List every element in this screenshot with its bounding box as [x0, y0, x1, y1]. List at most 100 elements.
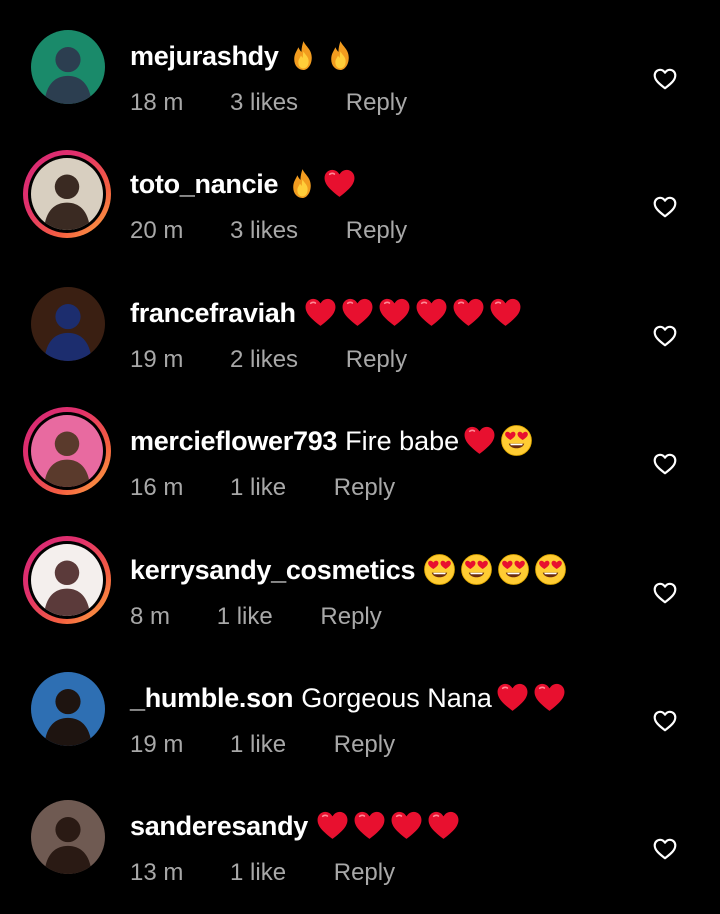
- comment-username[interactable]: francefraviah: [130, 298, 296, 328]
- comment-likes[interactable]: 1 like: [230, 859, 286, 887]
- comment-text: Gorgeous Nana: [301, 683, 492, 713]
- comment-likes[interactable]: 3 likes: [230, 217, 298, 245]
- comment-likes[interactable]: 2 likes: [230, 346, 298, 374]
- red-heart-emoji: [415, 296, 448, 329]
- red-heart-emoji: [341, 296, 374, 329]
- comment-meta: 13 m 1 like Reply: [130, 859, 395, 887]
- emoji-group: [300, 298, 522, 328]
- comment-item-7: sanderesandy 13 m 1 like Reply: [0, 786, 720, 914]
- comment-time: 20 m: [130, 217, 184, 245]
- comment-time: 18 m: [130, 89, 184, 116]
- like-heart-icon[interactable]: [652, 836, 678, 862]
- comment-body: kerrysandy_cosmetics: [130, 552, 567, 588]
- red-heart-emoji: [452, 296, 485, 329]
- comment-body: francefraviah: [130, 295, 522, 331]
- fire-emoji: [324, 39, 357, 72]
- comment-item-2: toto_nancie 20 m 3 likes Reply: [0, 144, 720, 272]
- avatar-image: [31, 30, 105, 104]
- avatar[interactable]: [31, 30, 105, 104]
- avatar[interactable]: [31, 286, 105, 361]
- comment-body: mercieflower793 Fire babe: [130, 423, 533, 459]
- comment-likes[interactable]: 1 like: [217, 603, 273, 631]
- avatar-story-ring[interactable]: [23, 150, 111, 239]
- emoji-group: [283, 41, 357, 71]
- emoji-group: [459, 424, 533, 457]
- heart-eyes-emoji: [500, 424, 533, 457]
- emoji-group: [492, 683, 566, 713]
- red-heart-emoji: [316, 809, 349, 842]
- red-heart-emoji: [463, 424, 496, 457]
- avatar-story-ring[interactable]: [23, 407, 111, 496]
- avatar-image: [31, 800, 105, 875]
- heart-eyes-emoji: [460, 553, 493, 586]
- comment-username[interactable]: kerrysandy_cosmetics: [130, 555, 415, 585]
- comment-time: 13 m: [130, 859, 184, 887]
- like-heart-icon[interactable]: [652, 66, 678, 92]
- reply-button[interactable]: Reply: [320, 603, 381, 631]
- reply-button[interactable]: Reply: [334, 859, 395, 887]
- avatar-image: [31, 543, 103, 616]
- comment-item-3: francefraviah 19 m 2 likes Reply: [0, 273, 720, 401]
- comment-meta: 16 m 1 like Reply: [130, 474, 395, 502]
- like-heart-icon[interactable]: [652, 451, 678, 477]
- reply-button[interactable]: Reply: [346, 89, 407, 117]
- comment-time: 16 m: [130, 474, 184, 502]
- comment-time: 19 m: [130, 345, 184, 373]
- comment-username[interactable]: mejurashdy: [130, 41, 279, 71]
- red-heart-emoji: [533, 681, 566, 714]
- comment-likes[interactable]: 3 likes: [230, 89, 298, 117]
- avatar-image: [31, 415, 103, 488]
- heart-eyes-emoji: [423, 553, 456, 586]
- red-heart-emoji: [496, 681, 529, 714]
- avatar[interactable]: [31, 672, 105, 746]
- red-heart-emoji: [390, 809, 423, 842]
- reply-button[interactable]: Reply: [346, 217, 407, 245]
- comment-meta: 19 m 1 like Reply: [130, 731, 395, 759]
- comment-meta: 19 m 2 likes Reply: [130, 346, 407, 374]
- avatar-image: [31, 672, 105, 746]
- comment-item-4: mercieflower793 Fire babe 16 m 1 like Rep…: [0, 401, 720, 529]
- like-heart-icon[interactable]: [652, 708, 678, 734]
- comment-likes[interactable]: 1 like: [230, 474, 286, 502]
- fire-emoji: [287, 39, 320, 72]
- reply-button[interactable]: Reply: [334, 474, 395, 502]
- avatar[interactable]: [31, 800, 105, 875]
- red-heart-emoji: [323, 167, 356, 200]
- red-heart-emoji: [304, 296, 337, 329]
- comment-item-5: kerrysandy_cosmetics 8 m 1 like Reply: [0, 530, 720, 658]
- comment-meta: 8 m 1 like Reply: [130, 603, 382, 631]
- red-heart-emoji: [427, 809, 460, 842]
- red-heart-emoji: [489, 296, 522, 329]
- heart-eyes-emoji: [534, 553, 567, 586]
- comment-text: Fire babe: [345, 426, 460, 457]
- comment-time: 8 m: [130, 602, 171, 630]
- like-heart-icon[interactable]: [652, 194, 678, 220]
- red-heart-emoji: [378, 296, 411, 329]
- like-heart-icon[interactable]: [652, 323, 678, 349]
- fire-emoji: [286, 167, 319, 200]
- emoji-group: [419, 553, 567, 586]
- comment-body: toto_nancie: [130, 166, 356, 202]
- reply-button[interactable]: Reply: [346, 346, 407, 374]
- comment-meta: 18 m 3 likes Reply: [130, 89, 407, 117]
- comment-body: mejurashdy: [130, 38, 357, 74]
- comment-body: sanderesandy: [130, 808, 460, 844]
- emoji-group: [282, 169, 356, 199]
- comment-username[interactable]: mercieflower793: [130, 426, 337, 456]
- comment-username[interactable]: _humble.son: [130, 683, 294, 713]
- comment-item-6: _humble.son Gorgeous Nana 19 m 1 like Rep…: [0, 658, 720, 786]
- reply-button[interactable]: Reply: [334, 731, 395, 759]
- avatar-image: [31, 158, 103, 231]
- comment-username[interactable]: sanderesandy: [130, 811, 308, 841]
- comment-body: _humble.son Gorgeous Nana: [130, 680, 566, 716]
- comment-item-1: mejurashdy 18 m 3 likes Reply: [0, 16, 720, 144]
- heart-eyes-emoji: [497, 553, 530, 586]
- emoji-group: [312, 811, 460, 841]
- comment-username[interactable]: toto_nancie: [130, 169, 279, 199]
- like-heart-icon[interactable]: [652, 580, 678, 606]
- comment-likes[interactable]: 1 like: [230, 731, 286, 759]
- avatar-story-ring[interactable]: [23, 535, 111, 624]
- avatar-image: [31, 286, 105, 361]
- red-heart-emoji: [353, 809, 386, 842]
- comment-meta: 20 m 3 likes Reply: [130, 217, 407, 245]
